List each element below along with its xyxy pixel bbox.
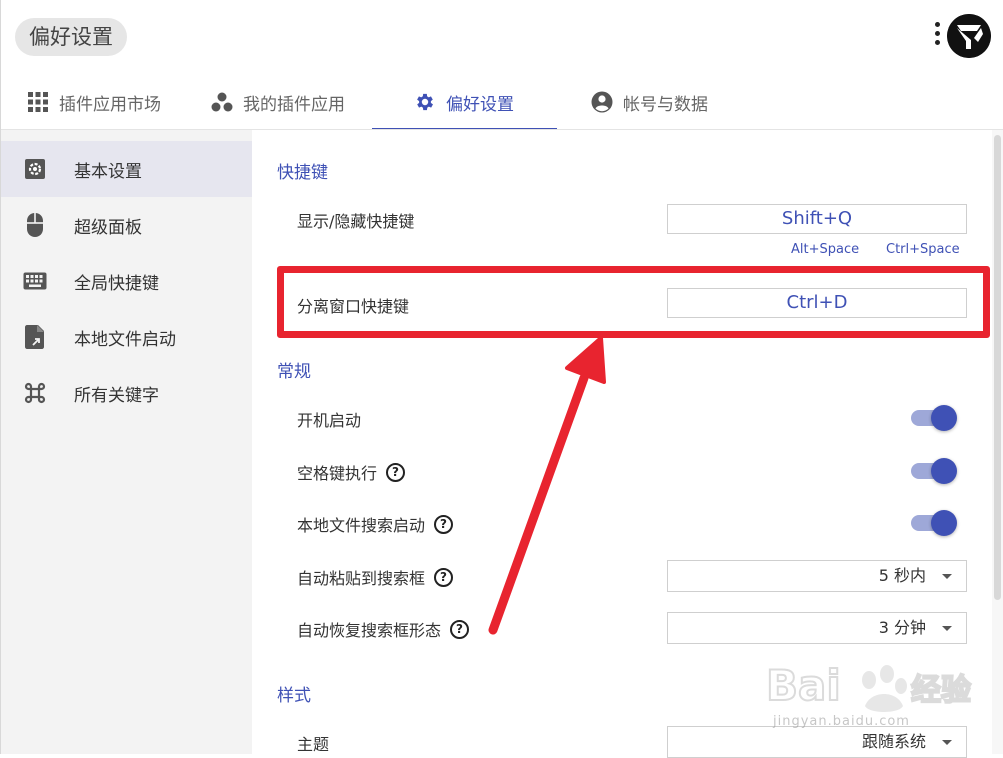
- auto-restore-select[interactable]: 3 分钟: [667, 612, 967, 644]
- header: 偏好设置 插件应用市场 我的插件应用 偏好设置 帐号与数据: [1, 0, 1003, 130]
- app-window: 偏好设置 插件应用市场 我的插件应用 偏好设置 帐号与数据 基本设置 超级面板 …: [0, 0, 1003, 758]
- command-icon: [23, 381, 47, 405]
- watermark-url: jingyan.baidu.com: [773, 714, 910, 729]
- space-exec-label: 空格键执行 ?: [297, 460, 406, 484]
- tab-label: 帐号与数据: [623, 94, 708, 115]
- auto-paste-select[interactable]: 5 秒内: [667, 560, 967, 592]
- scrollbar-thumb[interactable]: [994, 135, 1001, 600]
- show-hide-shortcut-label: 显示/隐藏快捷键: [297, 212, 415, 231]
- sidebar-item-super-panel[interactable]: 超级面板: [1, 197, 252, 253]
- highlight-box-annotation: [277, 266, 990, 338]
- dots-cluster-icon: [211, 91, 233, 113]
- tab-label: 偏好设置: [446, 94, 514, 115]
- dropdown-caret-icon: [942, 626, 952, 631]
- sidebar-item-label: 本地文件启动: [74, 329, 176, 350]
- tab-bar: 插件应用市场 我的插件应用 偏好设置 帐号与数据: [1, 74, 1003, 130]
- sidebar-item-label: 全局快捷键: [74, 273, 159, 294]
- file-arrow-icon: [23, 325, 47, 349]
- local-search-label: 本地文件搜索启动 ?: [297, 512, 454, 536]
- section-title-style: 样式: [277, 686, 311, 706]
- sidebar-item-global-shortcuts[interactable]: 全局快捷键: [1, 253, 252, 309]
- tab-account-data[interactable]: 帐号与数据: [591, 74, 708, 130]
- sidebar-item-local-file-launch[interactable]: 本地文件启动: [1, 309, 252, 365]
- section-title-shortcuts: 快捷键: [277, 163, 328, 183]
- svg-text:经验: 经验: [911, 673, 971, 708]
- sidebar: 基本设置 超级面板 全局快捷键 本地文件启动 所有关键字: [1, 130, 252, 754]
- auto-restore-label: 自动恢复搜索框形态 ?: [297, 617, 470, 641]
- hint-alt-space[interactable]: Alt+Space: [791, 242, 859, 257]
- settings-box-icon: [23, 157, 47, 181]
- space-exec-toggle[interactable]: [909, 457, 957, 485]
- sidebar-item-label: 基本设置: [74, 161, 142, 182]
- tab-preferences[interactable]: 偏好设置: [414, 74, 514, 130]
- svg-text:Bai: Bai: [766, 661, 841, 710]
- autostart-label: 开机启动: [297, 411, 362, 430]
- more-options-icon[interactable]: [931, 22, 943, 52]
- hint-ctrl-space[interactable]: Ctrl+Space: [886, 242, 960, 257]
- local-search-toggle[interactable]: [909, 509, 957, 537]
- theme-label: 主题: [297, 735, 330, 754]
- sidebar-item-basic-settings[interactable]: 基本设置: [1, 141, 252, 197]
- tab-label: 我的插件应用: [243, 94, 345, 115]
- help-icon[interactable]: ?: [386, 462, 406, 482]
- section-title-general: 常规: [277, 362, 311, 382]
- tab-plugin-market[interactable]: 插件应用市场: [27, 74, 161, 130]
- help-icon[interactable]: ?: [450, 619, 470, 639]
- auto-paste-label: 自动粘贴到搜索框 ?: [297, 565, 454, 589]
- mouse-icon: [23, 213, 47, 237]
- account-circle-icon: [591, 91, 613, 113]
- sidebar-item-all-keywords[interactable]: 所有关键字: [1, 365, 252, 421]
- dropdown-caret-icon: [942, 574, 952, 579]
- theme-select[interactable]: 跟随系统: [667, 726, 967, 758]
- autostart-toggle[interactable]: [909, 404, 957, 432]
- app-logo-icon[interactable]: [947, 14, 991, 58]
- dropdown-caret-icon: [942, 740, 952, 745]
- grid-icon: [27, 91, 49, 113]
- tab-my-plugins[interactable]: 我的插件应用: [211, 74, 345, 130]
- help-icon[interactable]: ?: [434, 567, 454, 587]
- tab-label: 插件应用市场: [59, 94, 161, 115]
- gear-icon: [414, 91, 436, 113]
- show-hide-shortcut-input[interactable]: Shift+Q: [667, 204, 967, 234]
- keyboard-icon: [23, 269, 47, 293]
- page-title: 偏好设置: [15, 18, 127, 56]
- sidebar-item-label: 超级面板: [74, 217, 142, 238]
- sidebar-item-label: 所有关键字: [74, 385, 159, 406]
- help-icon[interactable]: ?: [434, 514, 454, 534]
